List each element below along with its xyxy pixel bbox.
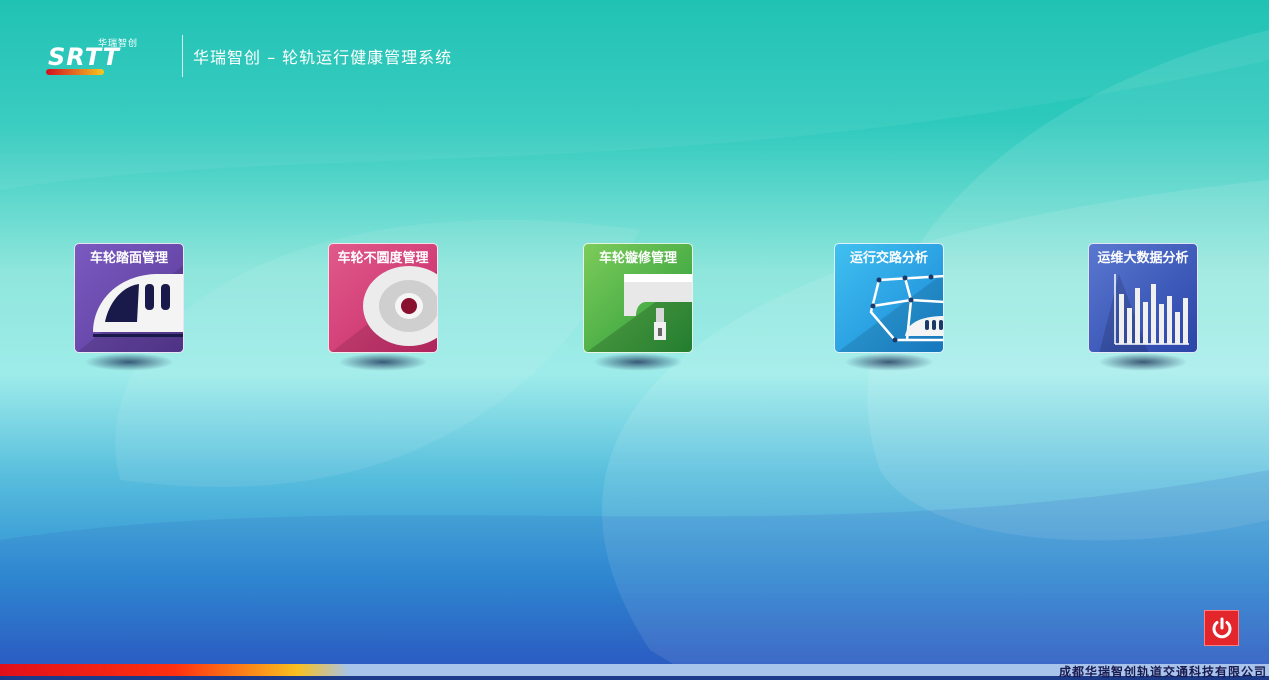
tile-route-analysis[interactable]: 运行交路分析 [834,243,944,353]
power-button[interactable] [1204,610,1239,646]
module-tiles: 车轮踏面管理 车轮不圆度管理 车轮镟修管理 运行交路分析 运维大数据分析 [0,243,1269,383]
power-icon [1212,617,1231,639]
company-logo: 华瑞智创 SRTT [46,33,170,79]
tile-wheel-out-of-round[interactable]: 车轮不圆度管理 [328,243,438,353]
header: 华瑞智创 SRTT 华瑞智创 – 轮轨运行健康管理系统 [46,33,452,79]
tile-shadow [338,353,428,371]
tile-shadow [593,353,683,371]
logo-swoosh [46,69,104,75]
tile-shadow [844,353,934,371]
logo-text: SRTT [48,43,120,71]
tile-wheel-reprofiling[interactable]: 车轮镟修管理 [583,243,693,353]
tile-label: 车轮不圆度管理 [337,251,429,266]
tile-label: 运维大数据分析 [1097,251,1189,266]
header-divider [182,35,183,77]
company-name: 成都华瑞智创轨道交通科技有限公司 [1058,665,1267,679]
tile-label: 车轮镟修管理 [598,251,677,266]
footer-color-strip [0,664,350,676]
tile-label: 运行交路分析 [849,251,928,266]
tile-wheel-tread[interactable]: 车轮踏面管理 [74,243,184,353]
tile-label: 车轮踏面管理 [89,251,168,266]
tile-shadow [84,353,174,371]
tile-shadow [1098,353,1188,371]
page-title: 华瑞智创 – 轮轨运行健康管理系统 [193,48,453,67]
tile-big-data-analysis[interactable]: 运维大数据分析 [1088,243,1198,353]
